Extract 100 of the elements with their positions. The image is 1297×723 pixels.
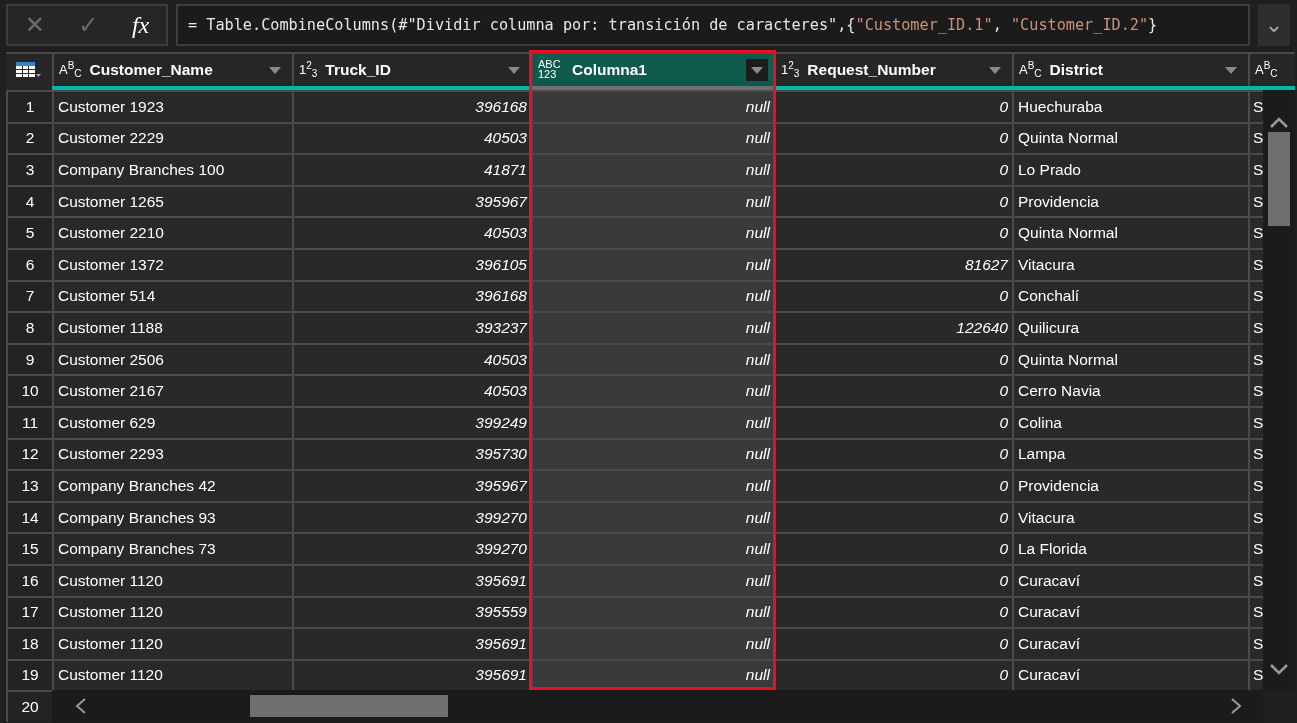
table-cell: S (1248, 627, 1263, 659)
table-cell: S (1248, 121, 1263, 154)
table-cell: Lampa (1012, 437, 1248, 470)
table-cell: S (1248, 532, 1263, 564)
row-number: 10 (6, 374, 52, 406)
table-cell: Curacaví (1012, 627, 1248, 659)
table-cell: 395967 (292, 469, 531, 501)
table-cell: Conchalí (1012, 279, 1248, 312)
horizontal-scrollbar[interactable] (52, 690, 1263, 722)
scrollbar-thumb[interactable] (1268, 132, 1290, 226)
table-cell: Customer 1188 (52, 311, 292, 343)
row-number: 2 (6, 121, 52, 154)
scroll-down-icon[interactable] (1270, 664, 1288, 677)
table-cell: S (1248, 595, 1263, 628)
table-cell: 395691 (292, 563, 531, 596)
row-number: 7 (6, 279, 52, 312)
table-icon[interactable] (16, 61, 42, 79)
row-number: 6 (6, 247, 52, 280)
row-number: 15 (6, 532, 52, 564)
table-cell: S (1248, 153, 1263, 185)
table-cell: Customer 514 (52, 279, 292, 312)
table-cell: Customer 2506 (52, 342, 292, 375)
table-cell: 399249 (292, 405, 531, 438)
table-cell: Company Branches 100 (52, 153, 292, 185)
table-cell: S (1248, 500, 1263, 533)
dropdown-icon[interactable] (751, 66, 763, 74)
table-cell: null (531, 595, 774, 628)
table-cell: null (531, 342, 774, 375)
formula-field[interactable]: = Table.CombineColumns(#"Dividir columna por: transición de caracteres",{"Customer_ID.1", "Customer_ID.2"} (176, 4, 1250, 46)
dropdown-icon[interactable] (989, 66, 1001, 74)
scrollbar-thumb[interactable] (250, 695, 448, 718)
table-cell: Curacaví (1012, 658, 1248, 691)
table-cell: null (531, 500, 774, 533)
table-cell: Company Branches 42 (52, 469, 292, 501)
vertical-scrollbar[interactable] (1263, 90, 1295, 691)
dropdown-icon[interactable] (269, 66, 281, 74)
table-cell: S (1248, 90, 1263, 122)
column-header[interactable]: A$^{B}$$_{C}$ Customer_Name (52, 52, 292, 86)
table-cell: Providencia (1012, 184, 1248, 217)
scroll-left-icon[interactable] (74, 698, 88, 715)
table-cell: null (531, 469, 774, 501)
table-cell: 395967 (292, 184, 531, 217)
table-cell: null (531, 216, 774, 248)
table-cell: Customer 2229 (52, 121, 292, 154)
row-number: 18 (6, 627, 52, 659)
scroll-up-icon[interactable] (1270, 116, 1288, 128)
table-cell: S (1248, 184, 1263, 217)
table-cell: S (1248, 216, 1263, 248)
table-cell: S (1248, 405, 1263, 438)
table-cell: 396105 (292, 247, 531, 280)
table-cell: Quinta Normal (1012, 216, 1248, 248)
table-cell: null (531, 184, 774, 217)
table-cell: 0 (774, 216, 1012, 248)
table-cell: 0 (774, 500, 1012, 533)
table-cell: 41871 (292, 153, 531, 185)
table-cell: 0 (774, 627, 1012, 659)
column-header[interactable]: A$^{B}$$_{C}$ District (1012, 52, 1248, 86)
table-cell: 0 (774, 279, 1012, 312)
table-cell: 0 (774, 342, 1012, 375)
table-cell: 40503 (292, 121, 531, 154)
function-button[interactable]: fx (127, 13, 154, 37)
row-number: 16 (6, 563, 52, 596)
table-cell: 399270 (292, 532, 531, 564)
table-cell: Vitacura (1012, 500, 1248, 533)
table-cell: 399270 (292, 500, 531, 533)
table-cell: Providencia (1012, 469, 1248, 501)
column-header[interactable]: 1$^{2}$$_{3}$ Request_Number (774, 52, 1012, 86)
row-number: 8 (6, 311, 52, 343)
table-cell: Company Branches 73 (52, 532, 292, 564)
table-cell: S (1248, 247, 1263, 280)
table-cell: 0 (774, 658, 1012, 691)
expand-formula-button[interactable]: ⌄ (1258, 4, 1290, 46)
table-cell: Customer 1120 (52, 595, 292, 628)
dropdown-icon[interactable] (508, 66, 520, 74)
table-cell: S (1248, 658, 1263, 691)
table-cell: Colina (1012, 405, 1248, 438)
row-number: 5 (6, 216, 52, 248)
dropdown-icon[interactable] (1225, 66, 1237, 74)
table-cell: La Florida (1012, 532, 1248, 564)
table-cell: Quinta Normal (1012, 121, 1248, 154)
row-number: 20 (6, 690, 52, 722)
table-cell: Lo Prado (1012, 153, 1248, 185)
table-cell: null (531, 279, 774, 312)
table-cell: 395559 (292, 595, 531, 628)
table-cell: 0 (774, 184, 1012, 217)
table-cell: Customer 629 (52, 405, 292, 438)
column-header[interactable]: 1$^{2}$$_{3}$ Truck_ID (292, 52, 531, 86)
scroll-right-icon[interactable] (1229, 698, 1243, 715)
table-cell: 395691 (292, 658, 531, 691)
table-cell: Customer 1120 (52, 658, 292, 691)
table-cell: null (531, 563, 774, 596)
table-cell: 0 (774, 121, 1012, 154)
table-cell: null (531, 532, 774, 564)
row-number: 19 (6, 658, 52, 691)
column-header[interactable]: ABC 123 Columna1 (531, 52, 774, 86)
table-cell: Quilicura (1012, 311, 1248, 343)
table-cell: S (1248, 342, 1263, 375)
table-cell: Huechuraba (1012, 90, 1248, 122)
table-cell: 0 (774, 469, 1012, 501)
table-cell: S (1248, 311, 1263, 343)
